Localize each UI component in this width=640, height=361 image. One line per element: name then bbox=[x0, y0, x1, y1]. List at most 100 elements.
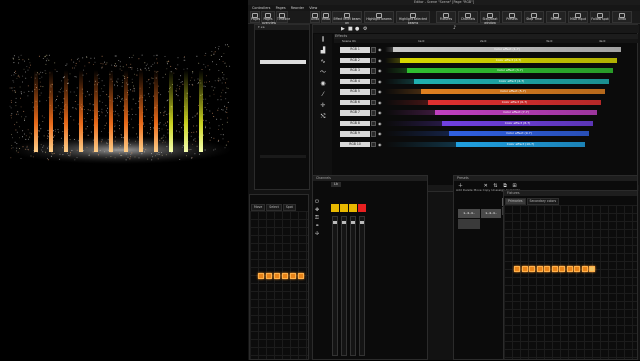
track-name[interactable]: RGB 10 bbox=[340, 141, 370, 147]
highlight-beams-button[interactable]: Highlight beams bbox=[364, 11, 394, 23]
stop-icon[interactable]: ■ bbox=[348, 26, 353, 32]
layout-fixture[interactable] bbox=[589, 266, 595, 272]
track-visibility-icon[interactable]: ◉ bbox=[378, 100, 382, 105]
track-lock-icon[interactable] bbox=[371, 99, 376, 105]
effect-clip[interactable]: Color effect (9-7) bbox=[449, 131, 589, 136]
tab-spot[interactable]: Spot bbox=[282, 204, 296, 211]
preset-group[interactable]: 1..4..4.. bbox=[481, 209, 501, 218]
tab-primaries[interactable]: Primaries bbox=[505, 198, 526, 205]
track-lock-icon[interactable] bbox=[371, 110, 376, 116]
power-icon[interactable]: ⏻ bbox=[315, 198, 319, 206]
track-name[interactable]: RGB 9 bbox=[340, 131, 370, 137]
tab-select[interactable]: Select bbox=[266, 204, 282, 211]
track-lock-icon[interactable] bbox=[371, 131, 376, 137]
effect-level-button[interactable]: Effect level beam on bbox=[332, 11, 362, 24]
toolbar-button-step-beat-window[interactable]: Step/beat window bbox=[480, 11, 500, 24]
3d-visualizer[interactable] bbox=[0, 0, 246, 360]
effect-clip[interactable]: Color effect (1-7) bbox=[393, 47, 621, 52]
effect-clip[interactable]: Color effect (4-7) bbox=[414, 78, 609, 84]
channel-input[interactable]: Lk bbox=[331, 182, 341, 187]
effect-clip[interactable]: Color effect (10-7) bbox=[456, 141, 585, 147]
layout-fixture[interactable] bbox=[581, 266, 588, 272]
layout-fixture[interactable] bbox=[521, 266, 528, 272]
toolbar-button-palette[interactable]: Palette bbox=[546, 11, 566, 23]
toolbar-button-presets[interactable]: Presets bbox=[502, 11, 522, 23]
record-icon[interactable]: ● bbox=[355, 26, 359, 32]
play-icon[interactable]: ▶ bbox=[341, 26, 345, 32]
link-icon[interactable]: ⚭ bbox=[315, 222, 319, 230]
channel-color-swatch[interactable] bbox=[340, 204, 348, 212]
track-visibility-icon[interactable]: ◉ bbox=[378, 79, 382, 84]
tab-secondary[interactable]: Secondary colors bbox=[526, 198, 560, 205]
tab-move[interactable]: Move bbox=[251, 204, 266, 211]
track-lock-icon[interactable] bbox=[371, 57, 376, 63]
fixture-grid[interactable] bbox=[250, 211, 308, 359]
fixture-cell[interactable] bbox=[298, 273, 304, 279]
layout-fixture[interactable] bbox=[566, 266, 573, 272]
fan-icon[interactable]: ✢ bbox=[315, 230, 319, 238]
track-lock-icon[interactable] bbox=[371, 68, 376, 74]
channel-fader[interactable] bbox=[359, 216, 365, 356]
fixture-cell[interactable] bbox=[274, 273, 280, 279]
channel-fader[interactable] bbox=[332, 216, 338, 356]
layout-grid[interactable] bbox=[504, 205, 637, 359]
toolbar-button-channels[interactable]: Channels bbox=[458, 11, 478, 23]
preset-copy[interactable]: Copy bbox=[483, 188, 491, 192]
track-name[interactable]: RGB 4 bbox=[340, 78, 370, 84]
toolbar-button-midi-input[interactable]: MIDI Input bbox=[568, 11, 588, 23]
channel-color-swatch[interactable] bbox=[331, 204, 339, 212]
channel-fader[interactable] bbox=[341, 216, 347, 356]
settings-icon[interactable]: ⚙ bbox=[363, 26, 367, 32]
lock-icon[interactable]: ⚿ bbox=[315, 214, 319, 222]
channel-color-swatch[interactable] bbox=[349, 204, 357, 212]
track-name[interactable]: RGB 8 bbox=[340, 120, 370, 126]
track-visibility-icon[interactable]: ◉ bbox=[378, 142, 382, 147]
layout-fixture[interactable] bbox=[559, 266, 565, 272]
track-visibility-icon[interactable]: ◉ bbox=[378, 47, 382, 52]
effect-clip[interactable]: Color effect (8-7) bbox=[442, 120, 593, 126]
track-lock-icon[interactable] bbox=[371, 47, 376, 53]
preset-move[interactable]: Move bbox=[474, 188, 482, 192]
highlight-selected-button[interactable]: Highlight selected beams bbox=[396, 11, 430, 24]
track-lock-icon[interactable] bbox=[371, 141, 376, 147]
effect-clip[interactable]: Color effect (3-7) bbox=[407, 68, 613, 73]
undo-button[interactable]: Undo bbox=[310, 11, 320, 23]
channel-color-swatch[interactable] bbox=[358, 204, 366, 212]
layout-fixture[interactable] bbox=[536, 266, 543, 272]
toolbar-button-fixtures[interactable]: Fixtures bbox=[436, 11, 456, 23]
timeline-button[interactable]: Timeline bbox=[276, 11, 290, 23]
toolbar-button-step-time[interactable]: Step Time bbox=[524, 11, 544, 23]
layout-fixture[interactable] bbox=[574, 266, 580, 272]
track-visibility-icon[interactable]: ◉ bbox=[378, 89, 382, 94]
track-name[interactable]: RGB 1 bbox=[340, 47, 370, 53]
metronome-icon[interactable]: ♪ bbox=[453, 25, 456, 31]
layout-fixture[interactable] bbox=[514, 266, 520, 272]
effect-clip[interactable]: Color effect (7-7) bbox=[435, 110, 597, 115]
redo-button[interactable]: Redo bbox=[321, 11, 331, 23]
pages-button[interactable]: Pages bbox=[250, 11, 260, 23]
layout-fixture[interactable] bbox=[544, 266, 550, 272]
track-visibility-icon[interactable]: ◉ bbox=[378, 58, 382, 63]
pages-overview-button[interactable]: Pages overview bbox=[261, 11, 276, 24]
track-visibility-icon[interactable]: ◉ bbox=[378, 131, 382, 136]
track-visibility-icon[interactable]: ◉ bbox=[378, 68, 382, 73]
fixture-cell[interactable] bbox=[282, 273, 288, 279]
track-visibility-icon[interactable]: ◉ bbox=[378, 110, 382, 115]
effect-clip[interactable]: Color effect (6-7) bbox=[428, 99, 601, 105]
layout-fixture[interactable] bbox=[529, 266, 535, 272]
list-scroll[interactable] bbox=[260, 155, 306, 158]
effect-clip[interactable]: Color effect (2-7) bbox=[400, 57, 617, 63]
track-lock-icon[interactable] bbox=[371, 89, 376, 95]
preset-add[interactable]: Add bbox=[456, 188, 462, 192]
track-lock-icon[interactable] bbox=[371, 78, 376, 84]
track-lock-icon[interactable] bbox=[371, 120, 376, 126]
track-name[interactable]: RGB 3 bbox=[340, 68, 370, 74]
preset-slot[interactable] bbox=[458, 219, 480, 229]
fixture-cell[interactable] bbox=[266, 273, 272, 279]
track-name[interactable]: RGB 6 bbox=[340, 99, 370, 105]
toolbar-button-undo[interactable]: Undo bbox=[612, 11, 632, 23]
move-icon[interactable]: ✥ bbox=[315, 206, 319, 214]
track-name[interactable]: RGB 5 bbox=[340, 89, 370, 95]
preset-group[interactable]: 1..4..4.. bbox=[458, 209, 480, 218]
selected-fixture-row[interactable] bbox=[260, 60, 306, 64]
